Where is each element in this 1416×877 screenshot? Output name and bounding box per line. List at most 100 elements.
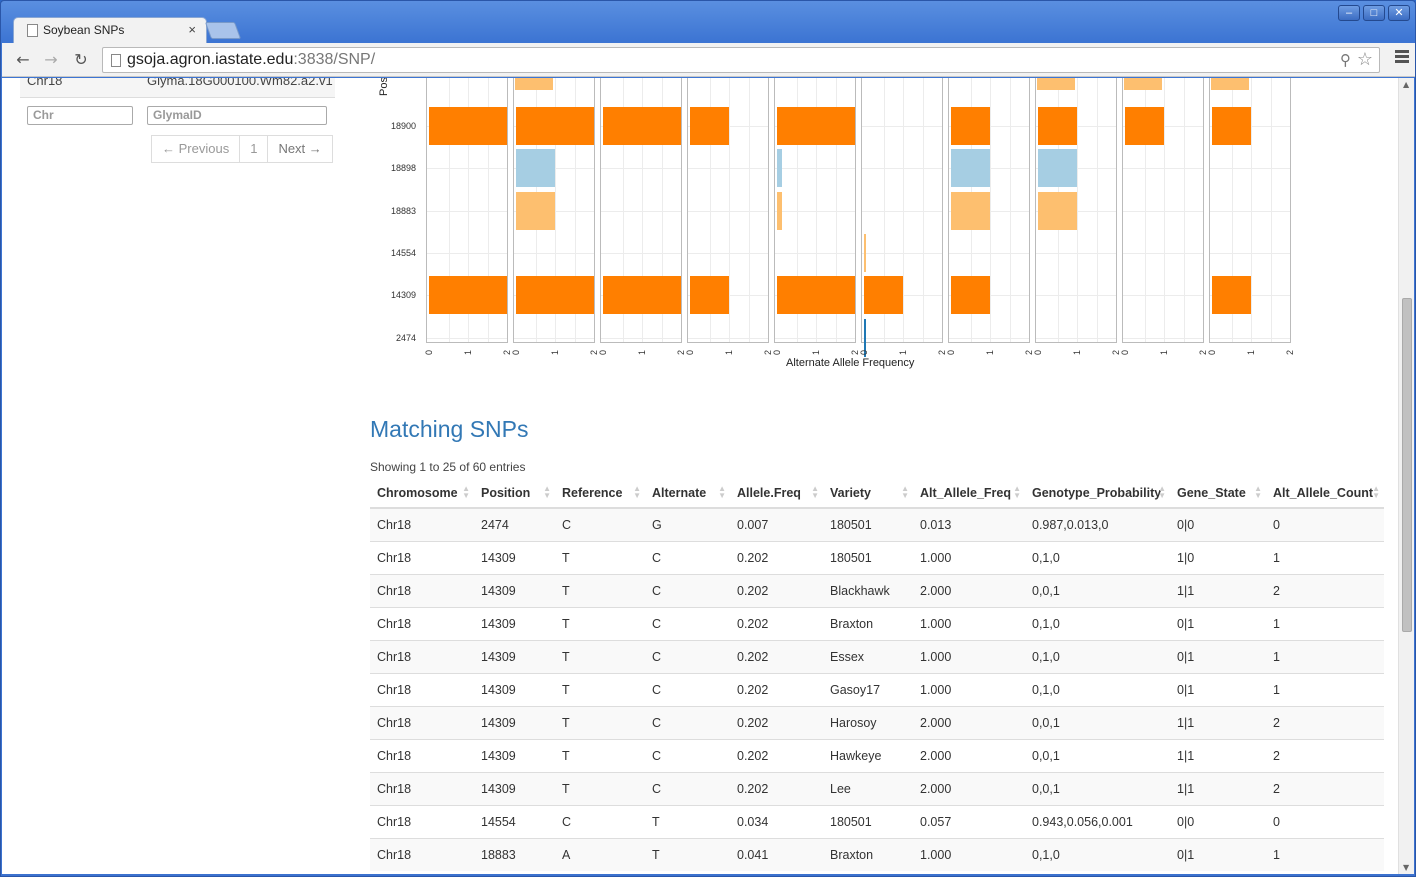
table-cell: 0.202	[730, 738, 823, 772]
table-row[interactable]: Chr18 18883 A T 0.041 Braxton 1.000 0,1,0 0|1 1	[370, 837, 1384, 871]
table-cell: T	[555, 672, 645, 706]
maximize-button[interactable]: □	[1363, 5, 1385, 21]
sort-icon[interactable]: ▲ ▼	[1254, 485, 1262, 500]
close-window-button[interactable]: ✕	[1388, 5, 1410, 21]
snp-plot: Pos 2474 14309 14554 18883 18898 18900 Altern…	[370, 78, 1310, 382]
table-cell: Hawkeye	[823, 738, 913, 772]
sort-icon[interactable]: ▲ ▼	[811, 485, 819, 500]
table-row[interactable]: Chr18 14309 T C 0.202 Braxton 1.000 0,1,0 0|1 1	[370, 606, 1384, 640]
tab-close-icon[interactable]: ×	[188, 22, 196, 37]
table-cell: 1.000	[913, 837, 1025, 871]
grid-line	[601, 168, 681, 169]
minimize-button[interactable]: –	[1338, 5, 1360, 21]
table-cell: 0|1	[1170, 639, 1266, 673]
new-tab-button[interactable]	[204, 22, 242, 39]
previous-button[interactable]: ← Previous	[151, 135, 241, 163]
x-tick-label: 1	[1159, 349, 1169, 355]
table-cell: 0	[1266, 804, 1384, 838]
table-row[interactable]: Chr18 14309 T C 0.202 180501 1.000 0,1,0 1|0 1	[370, 540, 1384, 574]
grid-line	[601, 211, 681, 212]
table-row[interactable]: Chr18 14309 T C 0.202 Blackhawk 2.000 0,0,1 1|1 2	[370, 573, 1384, 607]
table-row[interactable]: Chr18 14309 T C 0.202 Harosoy 2.000 0,0,1 1|1 2	[370, 705, 1384, 739]
facet-panel	[774, 78, 856, 343]
grid-line	[862, 126, 942, 127]
column-header-allele-freq[interactable]: Allele.Freq ▲ ▼	[730, 478, 823, 509]
next-button[interactable]: Next →	[268, 135, 333, 163]
tab-soybean-snps[interactable]: Soybean SNPs ×	[13, 17, 207, 43]
bar-18900	[1125, 107, 1164, 145]
table-cell: 0|1	[1170, 672, 1266, 706]
column-header-variety[interactable]: Variety ▲ ▼	[823, 478, 913, 509]
table-cell: Chr18	[370, 771, 474, 805]
table-cell: C	[645, 705, 730, 739]
snp-table: Chromosome ▲ ▼ Position ▲ ▼ Reference ▲ ▼ Alterna…	[370, 478, 1384, 871]
forward-arrow-icon[interactable]: →	[40, 49, 62, 71]
table-cell: 180501	[823, 507, 913, 541]
bar-partial	[1037, 78, 1075, 90]
bookmark-star-icon[interactable]: ☆	[1357, 49, 1373, 70]
x-tick-label: 1	[898, 349, 908, 355]
reload-icon[interactable]: ↻	[70, 49, 92, 71]
menu-icon[interactable]	[1395, 50, 1409, 70]
y-tick-label: 18900	[390, 121, 416, 131]
facet-panel	[513, 78, 595, 343]
address-bar[interactable]: gsoja.agron.iastate.edu:3838/SNP/ ⚲ ☆	[102, 47, 1380, 73]
table-row[interactable]: Chr18 2474 C G 0.007 180501 0.013 0.987,0.013,0…	[370, 507, 1384, 541]
column-header-alternate[interactable]: Alternate ▲ ▼	[645, 478, 730, 509]
sort-icon[interactable]: ▲ ▼	[1158, 485, 1166, 500]
table-cell: 0,0,1	[1025, 573, 1170, 607]
facet-panel	[861, 78, 943, 357]
column-header-alt-allele-count[interactable]: Alt_Allele_Count ▲ ▼	[1266, 478, 1384, 509]
browser-window: Soybean SNPs × – □ ✕ ← → ↻ gsoja.agron.i…	[0, 0, 1416, 877]
table-cell: 0.013	[913, 507, 1025, 541]
table-cell: T	[555, 606, 645, 640]
scroll-up-icon[interactable]: ▲	[1403, 80, 1409, 89]
table-cell: 18883	[474, 837, 555, 871]
table-cell: C	[645, 738, 730, 772]
table-row[interactable]: Chr18 14309 T C 0.202 Gasoy17 1.000 0,1,0 0|1 1	[370, 672, 1384, 706]
x-tick-label: 0	[424, 349, 434, 355]
table-cell: 1|1	[1170, 738, 1266, 772]
sort-icon[interactable]: ▲ ▼	[543, 485, 551, 500]
scrollbar-thumb[interactable]	[1402, 298, 1412, 632]
row-chr: Chr18	[27, 78, 63, 88]
column-header-reference[interactable]: Reference ▲ ▼	[555, 478, 645, 509]
page-icon	[27, 24, 38, 37]
back-arrow-icon[interactable]: ←	[12, 49, 34, 71]
table-cell: T	[555, 771, 645, 805]
sort-icon[interactable]: ▲ ▼	[1013, 485, 1021, 500]
table-cell: 180501	[823, 540, 913, 574]
vertical-scrollbar[interactable]: ▲ ▼	[1398, 78, 1414, 874]
table-cell: 0,0,1	[1025, 771, 1170, 805]
bar-partial	[1211, 78, 1249, 90]
table-row[interactable]: Chr18 14309 T C 0.202 Hawkeye 2.000 0,0,1 1|1 2	[370, 738, 1384, 772]
page-1-button[interactable]: 1	[240, 135, 269, 163]
table-row[interactable]: Chr18 14554 C T 0.034 180501 0.057 0.943,0.056,…	[370, 804, 1384, 838]
gene-table-row[interactable]: Chr18 Glyma.18G000100.Wm82.a2.v1	[20, 78, 335, 98]
table-row[interactable]: Chr18 14309 T C 0.202 Lee 2.000 0,0,1 1|1 2	[370, 771, 1384, 805]
facet-panel	[426, 78, 508, 343]
column-header-gene-state[interactable]: Gene_State ▲ ▼	[1170, 478, 1266, 509]
sort-icon[interactable]: ▲ ▼	[901, 485, 909, 500]
sort-icon[interactable]: ▲ ▼	[1372, 485, 1380, 500]
sort-icon[interactable]: ▲ ▼	[633, 485, 641, 500]
column-header-alt-allele-freq[interactable]: Alt_Allele_Freq ▲ ▼	[913, 478, 1025, 509]
bar-partial	[1124, 78, 1162, 90]
search-icon[interactable]: ⚲	[1340, 51, 1351, 69]
sort-icon[interactable]: ▲ ▼	[718, 485, 726, 500]
scroll-down-icon[interactable]: ▼	[1403, 863, 1409, 872]
bar-14309	[864, 276, 903, 314]
glyma-filter-input[interactable]: GlymaID	[147, 106, 327, 125]
column-header-chromosome[interactable]: Chromosome ▲ ▼	[370, 478, 474, 509]
x-tick-label: 1	[550, 349, 560, 355]
grid-line	[775, 168, 855, 169]
sort-icon[interactable]: ▲ ▼	[462, 485, 470, 500]
grid-line	[862, 211, 942, 212]
table-row[interactable]: Chr18 14309 T C 0.202 Essex 1.000 0,1,0 0|1 1	[370, 639, 1384, 673]
chr-filter-input[interactable]: Chr	[27, 106, 133, 125]
table-cell: Lee	[823, 771, 913, 805]
table-cell: Essex	[823, 639, 913, 673]
column-header-position[interactable]: Position ▲ ▼	[474, 478, 555, 509]
table-cell: 2.000	[913, 573, 1025, 607]
column-header-genotype-probability[interactable]: Genotype_Probability ▲ ▼	[1025, 478, 1170, 509]
